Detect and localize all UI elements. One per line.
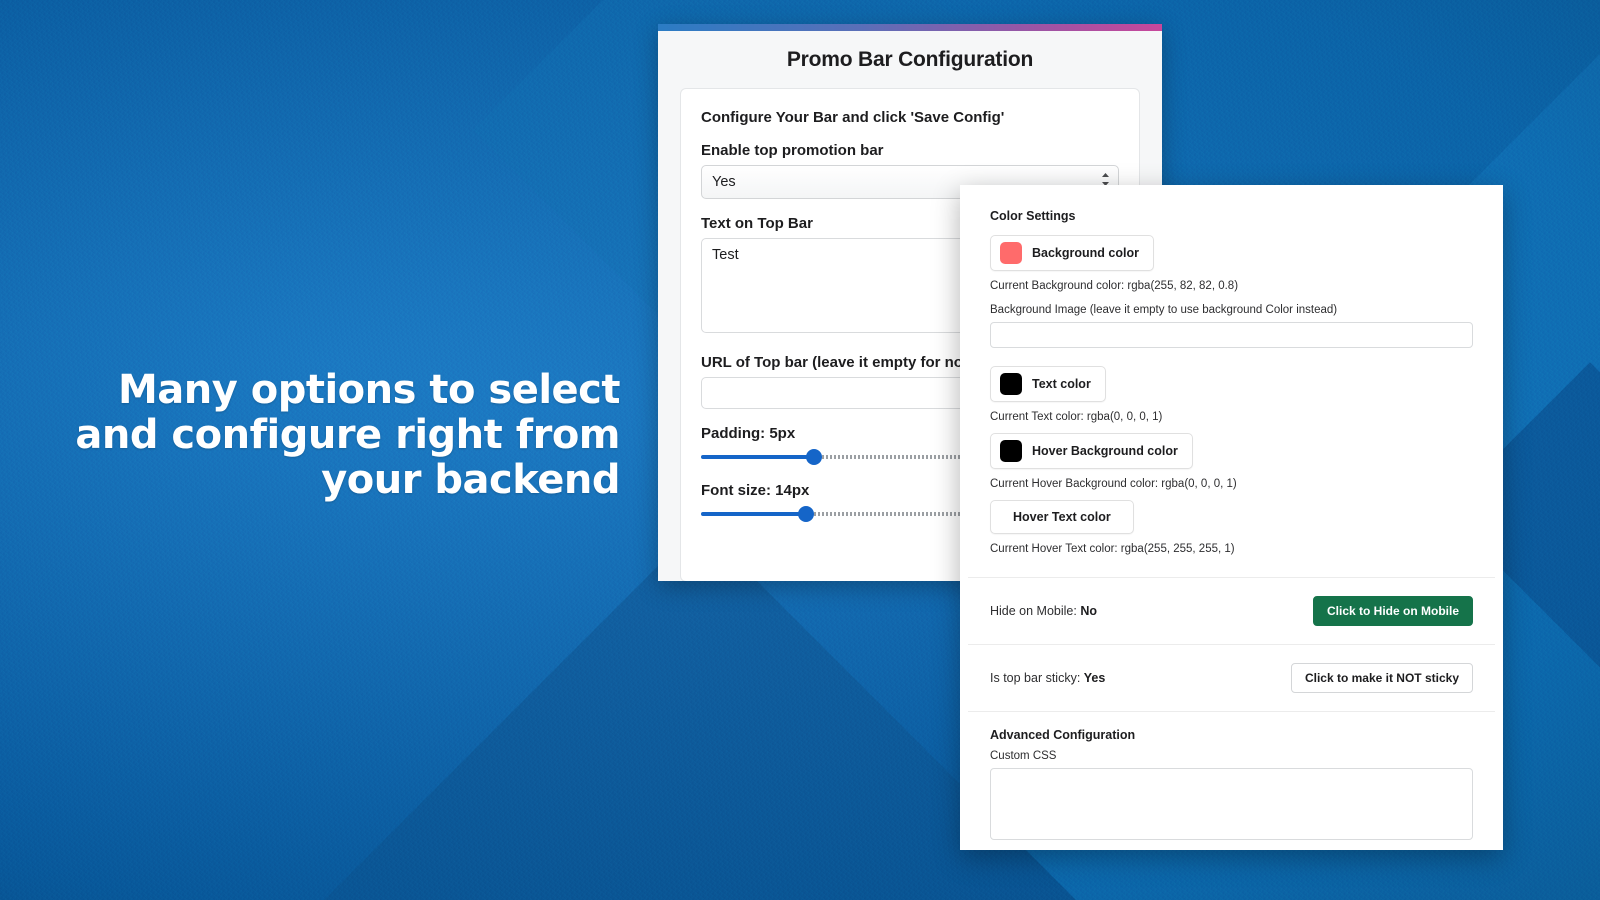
custom-css-textarea[interactable]	[990, 768, 1473, 840]
custom-css-label: Custom CSS	[990, 750, 1057, 762]
padding-slider-fill	[701, 455, 814, 459]
window-accent-gradient-bar	[658, 24, 1162, 31]
font-size-slider-fill	[701, 512, 806, 516]
sticky-value: Yes	[1083, 671, 1106, 685]
advanced-configuration-section: Advanced Configuration Custom CSS	[968, 712, 1495, 842]
headline-line-2: and configure right from	[75, 411, 620, 458]
hover-background-color-button-label: Hover Background color	[1032, 444, 1178, 458]
hide-on-mobile-value: No	[1080, 604, 1097, 618]
headline-line-3: your backend	[321, 456, 620, 503]
sticky-label: Is top bar sticky:	[990, 671, 1084, 685]
hover-background-color-swatch	[1000, 440, 1022, 462]
advanced-configuration-title: Advanced Configuration	[990, 728, 1136, 742]
hide-on-mobile-status: Hide on Mobile: No	[990, 604, 1097, 618]
background-image-input[interactable]	[990, 322, 1473, 348]
hide-on-mobile-row: Hide on Mobile: No Click to Hide on Mobi…	[968, 578, 1495, 645]
background-color-button-label: Background color	[1032, 246, 1139, 260]
sticky-row: Is top bar sticky: Yes Click to make it …	[968, 645, 1495, 712]
hover-background-color-button[interactable]: Hover Background color	[990, 433, 1193, 469]
current-text-color-text: Current Text color: rgba(0, 0, 0, 1)	[990, 411, 1163, 423]
page-title: Promo Bar Configuration	[786, 48, 1034, 71]
current-background-color-text: Current Background color: rgba(255, 82, …	[990, 280, 1239, 292]
color-settings-panel: Color Settings Background color Current …	[968, 193, 1495, 842]
current-hover-text-color-text: Current Hover Text color: rgba(255, 255,…	[990, 543, 1235, 555]
color-settings-window: Color Settings Background color Current …	[960, 185, 1503, 850]
hover-text-color-button-label: Hover Text color	[1013, 510, 1111, 524]
hover-text-color-button[interactable]: Hover Text color	[990, 500, 1134, 534]
padding-slider-thumb[interactable]	[805, 449, 822, 465]
enable-promo-label: Enable top promotion bar	[701, 142, 884, 159]
text-color-swatch	[1000, 373, 1022, 395]
color-settings-section: Color Settings Background color Current …	[968, 193, 1495, 578]
hide-on-mobile-label: Hide on Mobile:	[990, 604, 1081, 618]
color-settings-title: Color Settings	[990, 209, 1076, 223]
background-color-swatch	[1000, 242, 1022, 264]
text-color-button-label: Text color	[1032, 377, 1091, 391]
font-size-slider-thumb[interactable]	[797, 506, 814, 522]
text-color-button[interactable]: Text color	[990, 366, 1106, 402]
current-hover-background-color-text: Current Hover Background color: rgba(0, …	[990, 478, 1237, 490]
intro-text: Configure Your Bar and click 'Save Confi…	[701, 109, 1005, 126]
headline-line-1: Many options to select	[117, 367, 621, 413]
marketing-headline: Many options to select and configure rig…	[60, 368, 620, 502]
background-color-button[interactable]: Background color	[990, 235, 1154, 271]
sticky-status: Is top bar sticky: Yes	[990, 671, 1105, 685]
hide-on-mobile-button[interactable]: Click to Hide on Mobile	[1312, 596, 1473, 626]
background-image-label: Background Image (leave it empty to use …	[990, 304, 1338, 316]
screenshot-stage: Many options to select and configure rig…	[0, 0, 1600, 900]
sticky-toggle-button[interactable]: Click to make it NOT sticky	[1290, 663, 1473, 693]
